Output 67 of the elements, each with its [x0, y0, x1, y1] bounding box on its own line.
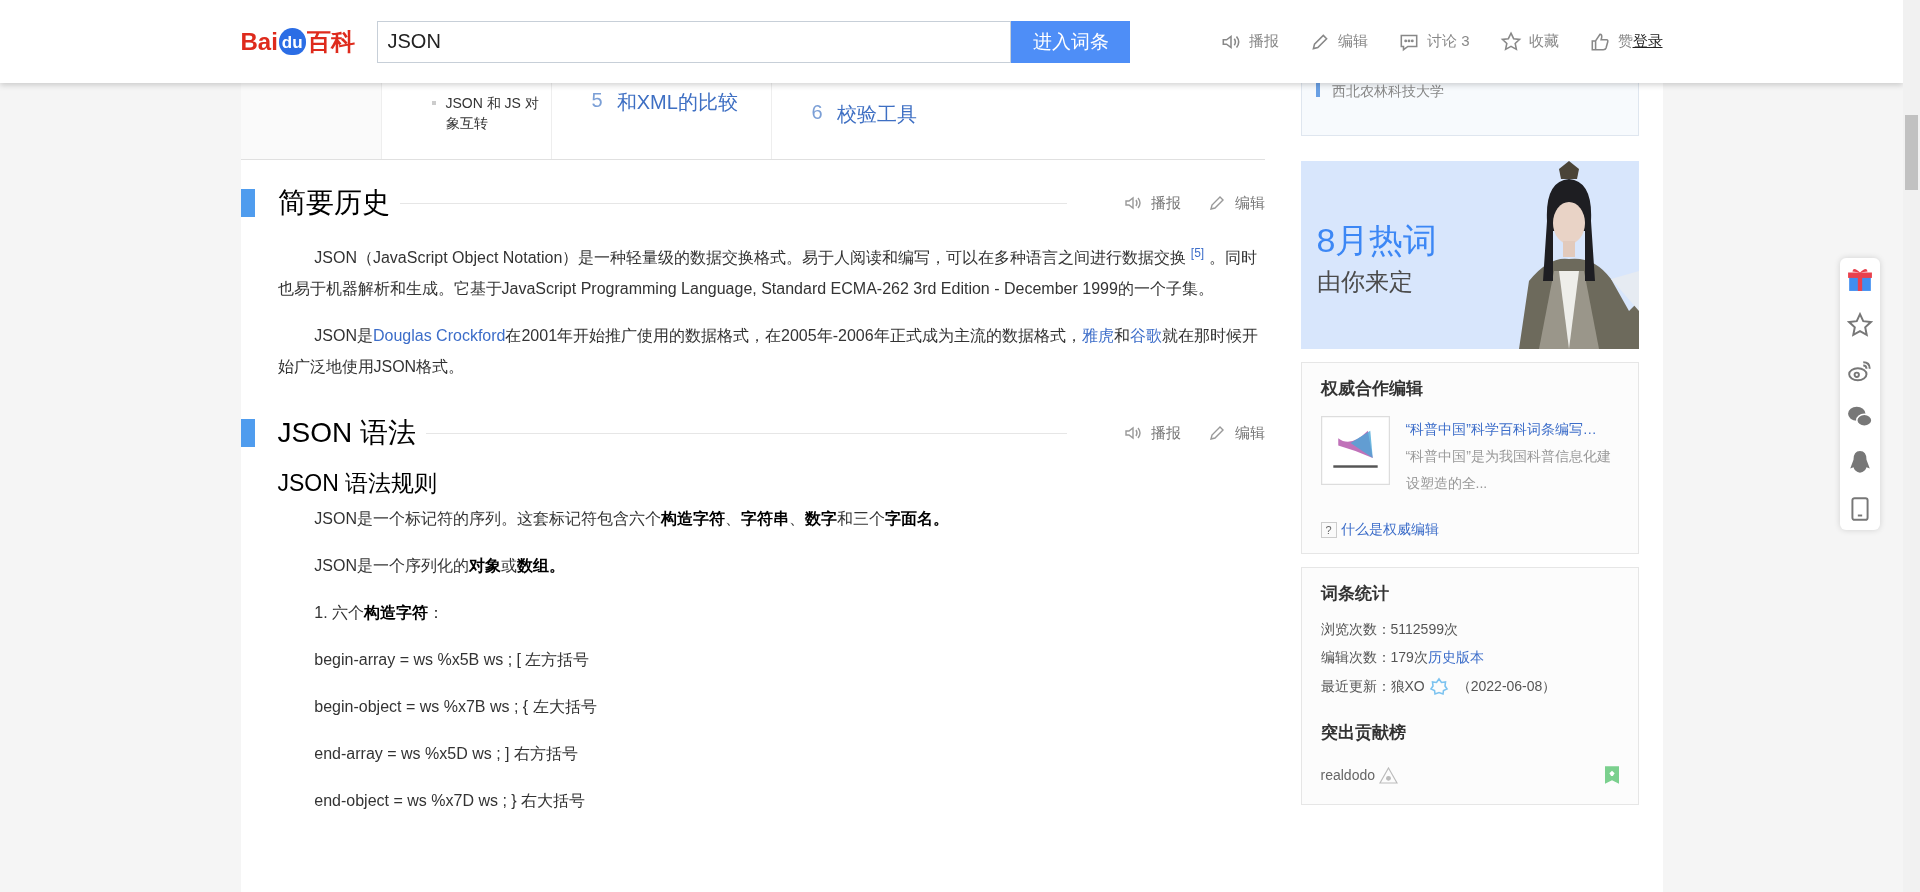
organization-description: “科普中国”是为我国科普信息化建设塑造的全...	[1405, 447, 1612, 493]
scrollbar[interactable]	[1903, 0, 1920, 892]
section-marker	[240, 189, 255, 217]
stat-label: 最近更新：	[1320, 678, 1391, 696]
promo-banner[interactable]: 8月热词 由你来定	[1300, 161, 1639, 349]
section-marker	[240, 419, 255, 448]
banner-title: 8月热词	[1316, 220, 1439, 261]
toc-number[interactable]: 5	[591, 89, 603, 112]
toc-link[interactable]: 校验工具	[836, 101, 917, 128]
paragraph: end-array = ws %x5D ws ; ] 右方括号	[313, 744, 579, 765]
logo-text[interactable]: Bai	[240, 27, 278, 56]
stat-value: 179次	[1390, 649, 1428, 667]
paragraph: JSON（JavaScript Object Notation）是一种轻量级的数据交换格式。易于人阅读和编写，可以在多种语言之间进行数据交换 $^{[5]}$ 。同时也易于机器解析和生成。它基于JavaScript Programming Language, Standard ECMA-262 3rd Edition - December 1999的一个子集。	[277, 245, 1258, 300]
school-name: 西北农林科技大学	[1331, 83, 1444, 101]
paragraph: begin-object = ws %x7B ws ; { 左大括号	[313, 697, 598, 718]
search-button[interactable]: 进入词条	[1011, 20, 1130, 63]
gift-icon[interactable]	[1847, 266, 1873, 292]
toc-link[interactable]: JSON 和 JS 对象互转	[445, 93, 551, 133]
paragraph: JSON是一个序列化的对象或数组。	[313, 556, 566, 577]
toolbar-link[interactable]: 收藏	[1499, 30, 1559, 53]
paragraph: end-object = ws %x7D ws ; } 右大括号	[313, 791, 587, 812]
section-tool-link[interactable]: 编辑	[1206, 193, 1265, 213]
reference-link[interactable]: [5]	[1190, 246, 1205, 260]
toolbar-link[interactable]: 播报	[1220, 30, 1279, 53]
organization-link[interactable]: “科普中国”科学百科词条编写…	[1405, 421, 1597, 437]
user-name[interactable]: 狼XO	[1390, 678, 1425, 696]
help-link[interactable]: 什么是权威编辑	[1340, 521, 1439, 539]
stat-value: 5112599次	[1390, 621, 1458, 639]
banner-subtitle: 由你来定	[1316, 267, 1414, 297]
star-icon[interactable]	[1847, 312, 1873, 338]
subsection-title: JSON 语法规则	[277, 469, 439, 499]
section-tool-link[interactable]: 播报	[1122, 193, 1181, 213]
toolbar-link[interactable]: 编辑	[1309, 30, 1368, 53]
star-icon	[1499, 30, 1522, 53]
contributor-name[interactable]: realdodo	[1320, 767, 1375, 783]
toc-number[interactable]: 6	[811, 101, 823, 124]
section-title: 简要历史	[277, 186, 390, 220]
paragraph: begin-array = ws %x5B ws ; [ 左方括号	[313, 650, 591, 671]
stat-label: 浏览次数：	[1320, 621, 1391, 639]
help-icon: ?	[1320, 522, 1337, 538]
flower-badge-icon	[1428, 677, 1449, 697]
search-field[interactable]: JSON	[376, 20, 1012, 63]
stat-label: 编辑次数：	[1320, 649, 1391, 667]
login-link[interactable]: 登录	[1632, 32, 1663, 51]
triangle-star-icon	[1379, 766, 1398, 784]
card-title: 词条统计	[1320, 583, 1390, 605]
text-link[interactable]: 谷歌	[1129, 327, 1162, 345]
toolbar-link[interactable]: 讨论 3	[1398, 30, 1470, 53]
toc-link[interactable]: 和XML的比较	[616, 89, 738, 116]
toolbar-link[interactable]: 赞	[1588, 30, 1633, 53]
section-title: JSON 语法	[277, 416, 416, 451]
paragraph: 1. 六个构造字符：	[313, 603, 446, 624]
logo-text[interactable]: 百科	[306, 25, 355, 58]
logo-badge[interactable]: du	[278, 28, 306, 55]
card-title: 权威合作编辑	[1320, 378, 1424, 400]
paragraph: JSON是Douglas Crockford在2001年开始推广使用的数据格式，在2005年-2006年正式成为主流的数据格式，雅虎和谷歌就在那时候开始广泛地使用JSON格式。	[277, 326, 1259, 378]
card-title: 突出贡献榜	[1320, 722, 1407, 744]
text-link[interactable]: Douglas Crockford	[372, 327, 506, 345]
bookmark-icon	[1604, 766, 1619, 784]
history-link[interactable]: 历史版本	[1427, 649, 1484, 667]
wing-logo-icon	[1320, 416, 1390, 485]
paragraph: JSON是一个标记符的序列。这套标记符包含六个构造字符、字符串、数字和三个字面名。	[313, 509, 950, 530]
section-tool-link[interactable]: 编辑	[1206, 423, 1265, 444]
update-date: （2022-06-08）	[1456, 678, 1557, 696]
text-link[interactable]: 雅虎	[1081, 327, 1114, 345]
swirl-logo-icon[interactable]	[1847, 358, 1873, 384]
section-tool-link[interactable]: 播报	[1122, 423, 1181, 444]
